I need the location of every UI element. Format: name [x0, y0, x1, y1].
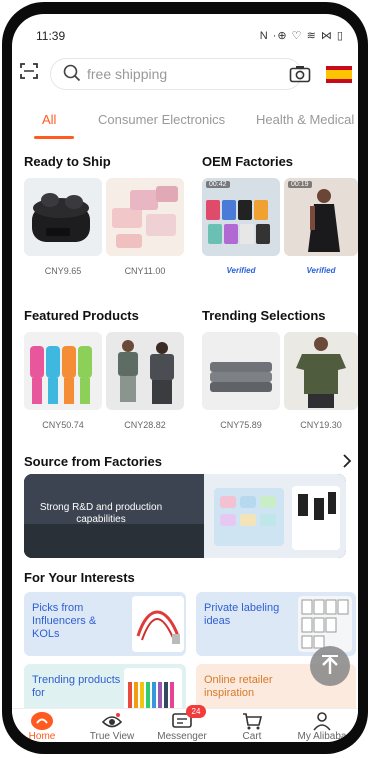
nav-messenger[interactable]: 24 Messenger: [152, 705, 212, 742]
charging-cables-image: [132, 596, 184, 652]
price-label: CNY50.74: [42, 420, 84, 430]
nav-label: Cart: [242, 731, 262, 742]
folded-blankets-image: [210, 362, 272, 392]
factory-banner[interactable]: Strong R&D and production capabilities: [24, 474, 346, 558]
interest-card-label: Private labeling ideas: [204, 602, 280, 627]
nav-true-view[interactable]: True View: [82, 709, 142, 742]
spain-flag-icon[interactable]: [326, 66, 352, 83]
interest-card-label: Picks from Influencers & KOLs: [32, 602, 97, 640]
status-bar: 11:39 N ·⊕ ♡ ≋ ⋈ ▯: [12, 14, 358, 52]
section-title-ready-to-ship[interactable]: Ready to Ship: [24, 154, 111, 169]
phone-frame: 11:39 N ·⊕ ♡ ≋ ⋈ ▯ free shipping All Con…: [2, 2, 368, 754]
product-image-earbuds[interactable]: [24, 178, 102, 256]
section-title-source-from-factories[interactable]: Source from Factories: [24, 454, 162, 469]
price-label: CNY75.89: [220, 420, 262, 430]
bottles-image: [298, 596, 352, 652]
price-label: CNY19.30: [300, 420, 342, 430]
product-image-blankets[interactable]: [202, 332, 280, 410]
status-indicators: N ·⊕ ♡ ≋ ⋈ ▯: [259, 30, 344, 42]
tshirt-set-image: [118, 340, 174, 404]
app-screen: 11:39 N ·⊕ ♡ ≋ ⋈ ▯ free shipping All Con…: [12, 14, 358, 742]
phone-cases-image: [206, 200, 270, 244]
product-image-tshirt-set[interactable]: [106, 332, 184, 410]
search-row: free shipping: [12, 58, 358, 90]
scroll-to-top-button[interactable]: [310, 646, 350, 686]
chevron-right-icon[interactable]: [342, 454, 352, 468]
green-tshirt-image: [296, 337, 346, 408]
home-icon: [31, 712, 53, 730]
dress-image: [308, 189, 340, 252]
section-title-for-your-interests: For Your Interests: [24, 570, 135, 585]
category-tabs: All Consumer Electronics Health & Medica…: [12, 106, 358, 142]
nav-label: Home: [28, 731, 56, 742]
interest-card-label: Trending products for: [32, 674, 121, 699]
tab-active-indicator: [34, 136, 74, 139]
bottom-navigation: Home True View 24 Messenger Cart My Alib…: [12, 705, 358, 742]
interest-card-influencers[interactable]: Picks from Influencers & KOLs: [24, 592, 186, 656]
tracksuits-image: [30, 346, 92, 404]
price-label: CNY11.00: [124, 266, 166, 276]
tab-health-medical[interactable]: Health & Medical: [256, 112, 354, 127]
unread-badge: 24: [186, 705, 206, 718]
section-title-featured-products[interactable]: Featured Products: [24, 308, 139, 323]
arrow-up-icon: [322, 655, 338, 674]
price-label: CNY9.65: [44, 266, 82, 276]
nav-label: My Alibaba: [297, 731, 347, 742]
scan-icon[interactable]: [20, 62, 38, 80]
nav-cart[interactable]: Cart: [222, 709, 282, 742]
factory-video-thumbnail[interactable]: 00:19: [284, 178, 358, 256]
nav-home[interactable]: Home: [12, 709, 72, 742]
search-icon: [63, 64, 81, 82]
interest-card-trending[interactable]: Trending products for: [24, 664, 186, 714]
wallets-image: [112, 186, 178, 248]
factory-video-thumbnail[interactable]: 00:42: [202, 178, 280, 256]
cart-icon: [243, 713, 263, 730]
nav-label: Messenger: [157, 731, 207, 742]
verified-badge: Verified: [226, 266, 256, 275]
factory-banner-text: Strong R&D and production capabilities: [39, 502, 163, 525]
section-title-oem-factories[interactable]: OEM Factories: [202, 154, 293, 169]
tab-all[interactable]: All: [42, 112, 56, 127]
section-title-trending-selections[interactable]: Trending Selections: [202, 308, 326, 323]
price-label: CNY28.82: [124, 420, 166, 430]
status-time: 11:39: [36, 29, 66, 43]
earbuds-image: [32, 193, 90, 242]
user-icon: [313, 712, 331, 731]
search-input[interactable]: free shipping: [50, 58, 311, 90]
verified-badge: Verified: [306, 266, 336, 275]
eye-icon: [101, 713, 123, 728]
nav-label: True View: [89, 731, 135, 742]
search-placeholder: free shipping: [87, 66, 168, 82]
video-duration: 00:19: [288, 181, 312, 188]
nav-my-alibaba[interactable]: My Alibaba: [292, 709, 352, 742]
interest-card-label: Online retailer inspiration: [204, 674, 273, 699]
video-duration: 00:42: [206, 181, 230, 188]
product-image-tracksuits[interactable]: [24, 332, 102, 410]
product-image-wallets[interactable]: [106, 178, 184, 256]
tab-consumer-electronics[interactable]: Consumer Electronics: [98, 112, 225, 127]
camera-icon[interactable]: [289, 65, 311, 83]
product-image-tshirt[interactable]: [284, 332, 358, 410]
